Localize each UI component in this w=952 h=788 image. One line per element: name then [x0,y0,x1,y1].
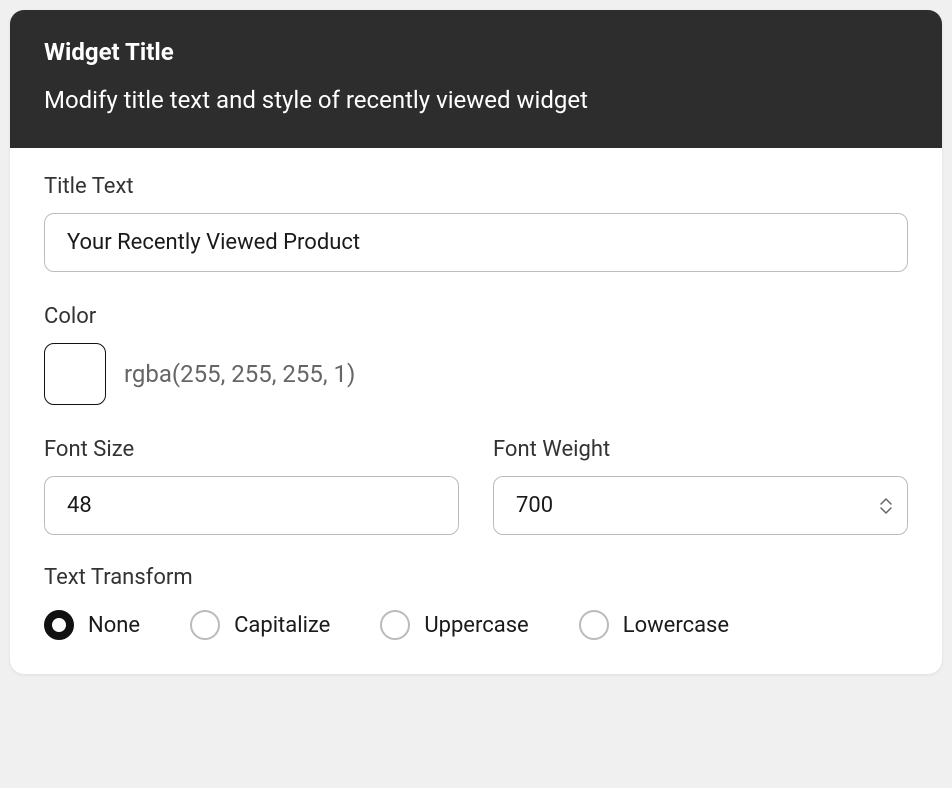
font-weight-label: Font Weight [493,437,908,462]
radio-icon-unchecked [190,610,220,640]
radio-capitalize[interactable]: Capitalize [190,610,330,640]
title-text-input[interactable] [44,213,908,272]
text-transform-radios: None Capitalize Uppercase Lowercase [44,610,908,640]
radio-icon-unchecked [579,610,609,640]
color-field: Color rgba(255, 255, 255, 1) [44,304,908,405]
card-title: Widget Title [44,38,908,66]
radio-lowercase[interactable]: Lowercase [579,610,729,640]
radio-icon-unchecked [380,610,410,640]
font-weight-field: Font Weight [493,437,908,535]
color-value: rgba(255, 255, 255, 1) [124,360,355,388]
font-size-input[interactable] [44,476,459,535]
radio-none[interactable]: None [44,610,140,640]
radio-uppercase-label: Uppercase [424,613,528,638]
font-row: Font Size Font Weight [44,437,908,565]
font-size-label: Font Size [44,437,459,462]
font-size-field: Font Size [44,437,459,535]
title-text-field: Title Text [44,174,908,272]
radio-uppercase[interactable]: Uppercase [380,610,528,640]
radio-lowercase-label: Lowercase [623,613,729,638]
color-swatch[interactable] [44,343,106,405]
title-text-label: Title Text [44,174,908,199]
card-description: Modify title text and style of recently … [44,86,908,114]
widget-title-card: Widget Title Modify title text and style… [10,10,942,674]
card-header: Widget Title Modify title text and style… [10,10,942,148]
color-row: rgba(255, 255, 255, 1) [44,343,908,405]
radio-capitalize-label: Capitalize [234,613,330,638]
radio-icon-checked [44,610,74,640]
text-transform-field: Text Transform None Capitalize Uppercase… [44,565,908,640]
font-weight-select[interactable] [493,476,908,535]
color-label: Color [44,304,908,329]
radio-none-label: None [88,613,140,638]
card-body: Title Text Color rgba(255, 255, 255, 1) … [10,148,942,674]
text-transform-label: Text Transform [44,565,908,590]
